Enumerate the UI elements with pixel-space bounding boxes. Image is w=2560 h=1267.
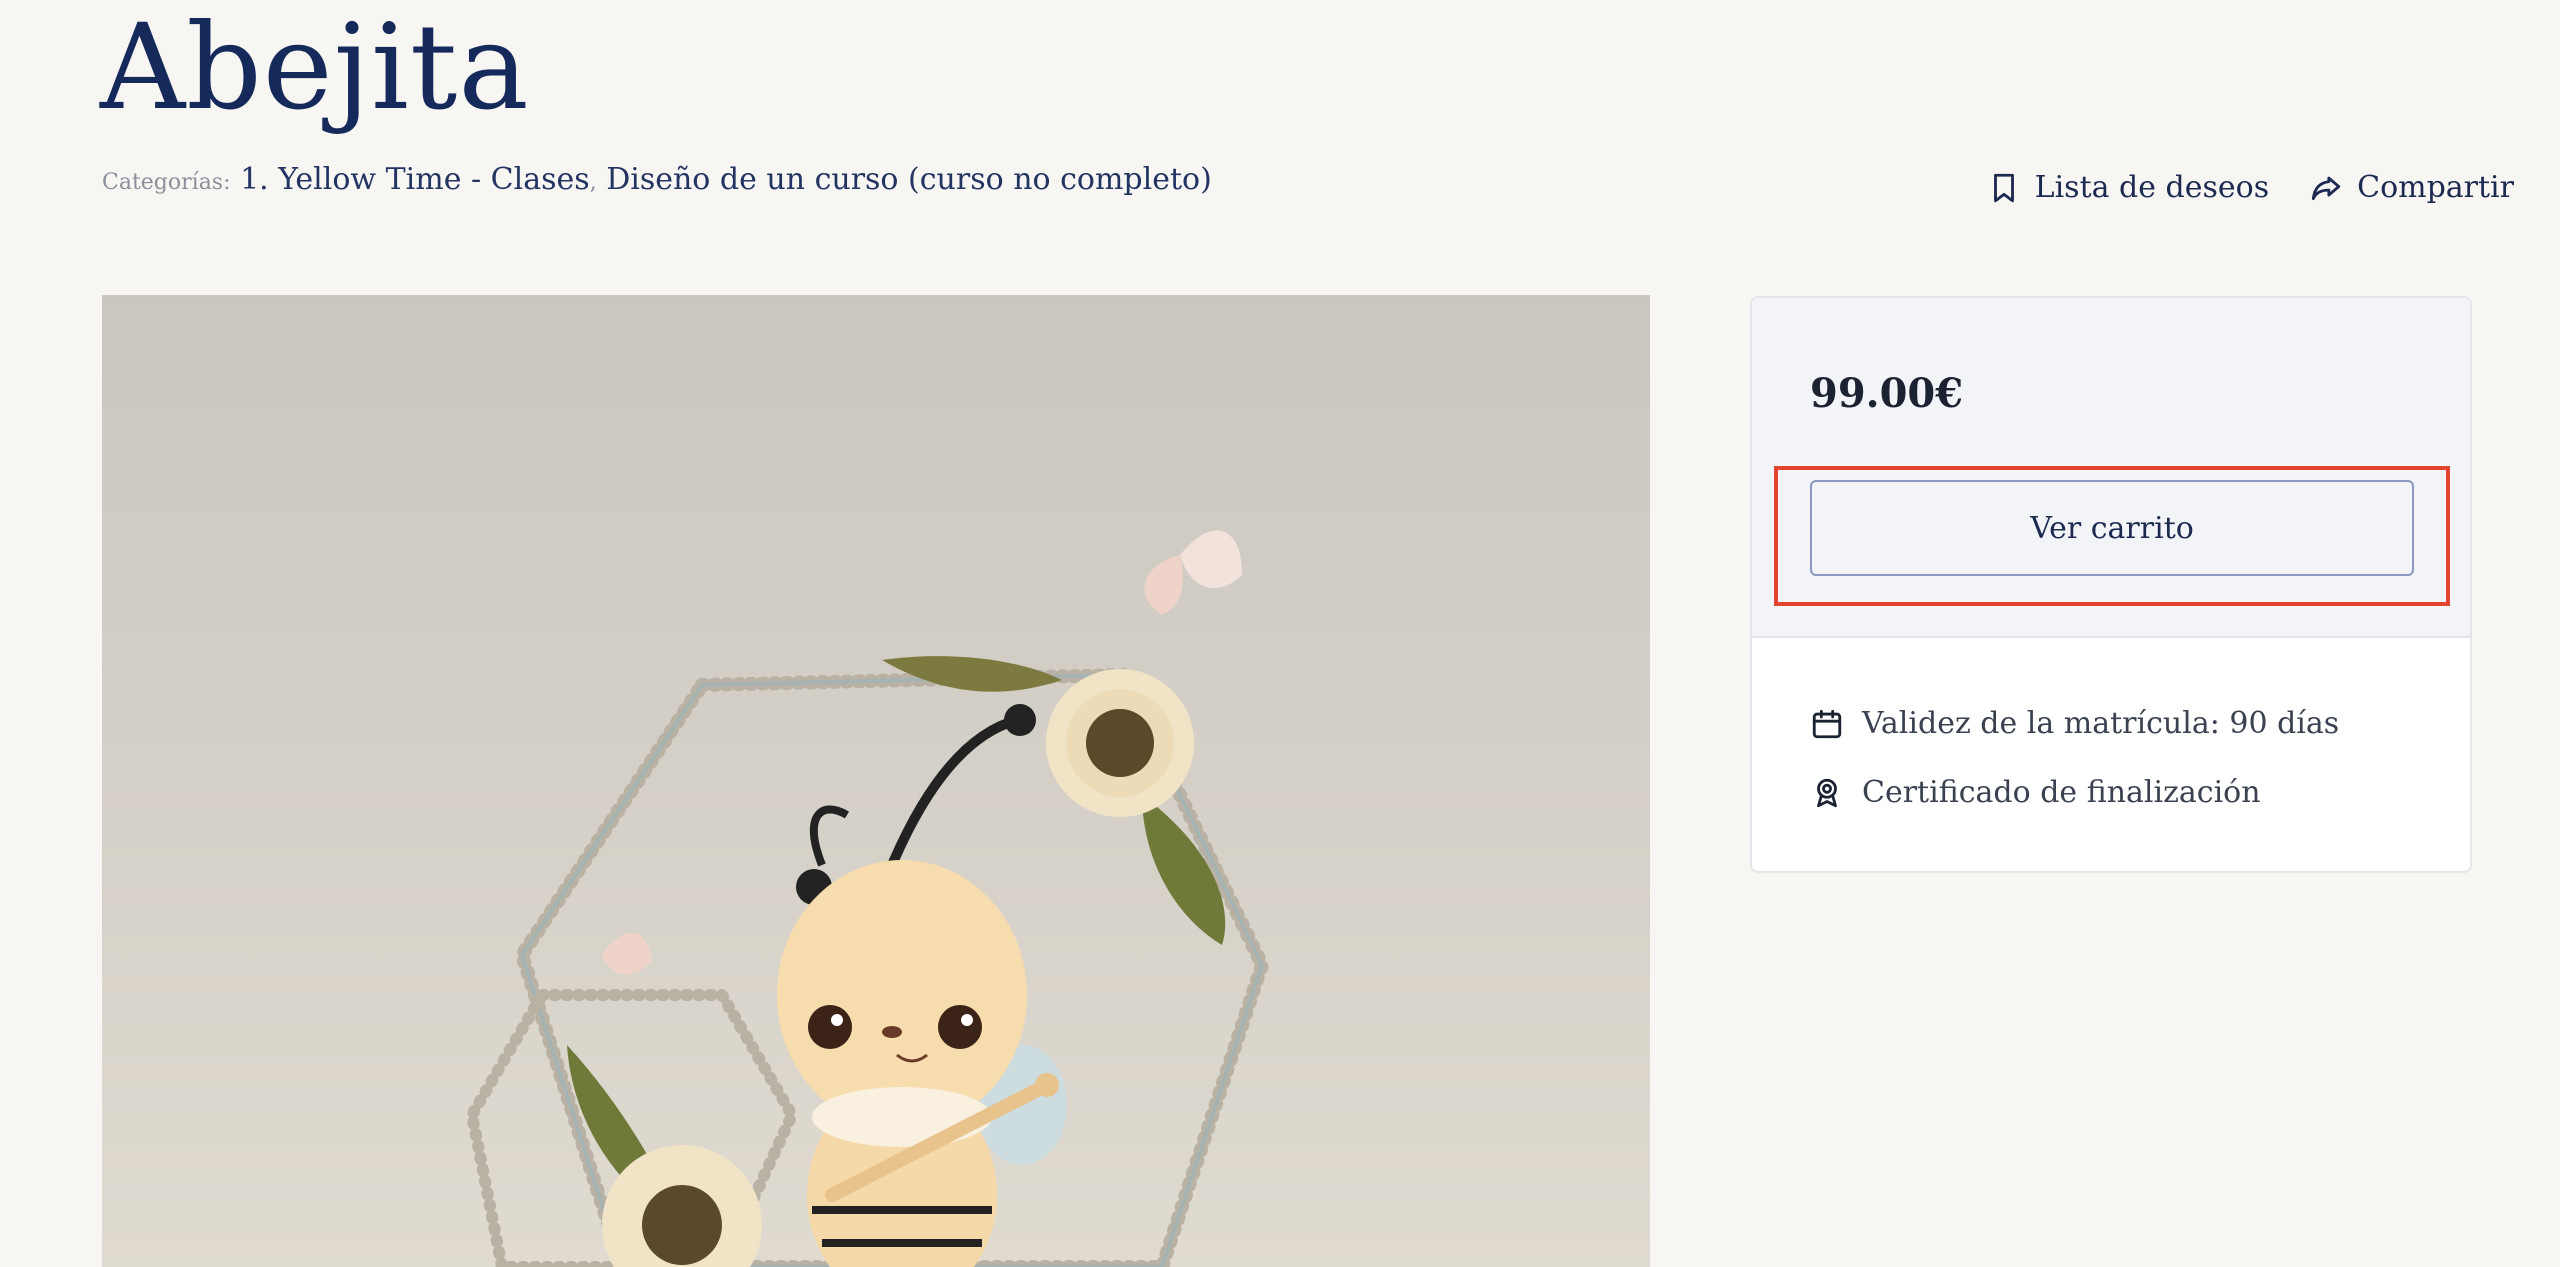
share-label: Compartir <box>2357 170 2514 205</box>
feature-certificate: Certificado de finalización <box>1810 775 2339 810</box>
course-price: 99.00€ <box>1810 370 1964 417</box>
course-features: Validez de la matrícula: 90 días Certifi… <box>1810 706 2339 844</box>
share-arrow-icon <box>2311 176 2341 200</box>
course-categories: Categorías: 1. Yellow Time - Clases, Dis… <box>102 162 1212 197</box>
feature-enrollment-validity: Validez de la matrícula: 90 días <box>1810 706 2339 741</box>
certificate-icon <box>1817 778 1837 807</box>
course-actions: Lista de deseos Compartir <box>1987 170 2514 205</box>
category-separator: , <box>589 170 597 195</box>
view-cart-button[interactable]: Ver carrito <box>1810 480 2414 576</box>
purchase-card-header: 99.00€ Ver carrito <box>1752 298 2470 638</box>
wishlist-button[interactable]: Lista de deseos <box>1987 170 2269 205</box>
category-link-yellow-time[interactable]: 1. Yellow Time - Clases <box>240 162 590 197</box>
category-link-diseno-curso[interactable]: Diseño de un curso (curso no completo) <box>606 162 1212 197</box>
bee-figure-image <box>465 530 1270 1267</box>
course-title: Abejita <box>100 0 530 136</box>
categories-label: Categorías: <box>102 170 231 195</box>
course-hero-image <box>102 295 1650 1267</box>
feature-label: Validez de la matrícula: 90 días <box>1862 706 2340 741</box>
bookmark-icon <box>1993 173 2014 202</box>
purchase-card: 99.00€ Ver carrito Validez de la matrícu… <box>1750 296 2472 873</box>
wishlist-label: Lista de deseos <box>2034 170 2270 205</box>
share-button[interactable]: Compartir <box>2309 170 2514 205</box>
feature-label: Certificado de finalización <box>1862 775 2261 810</box>
calendar-icon <box>1812 709 1842 738</box>
